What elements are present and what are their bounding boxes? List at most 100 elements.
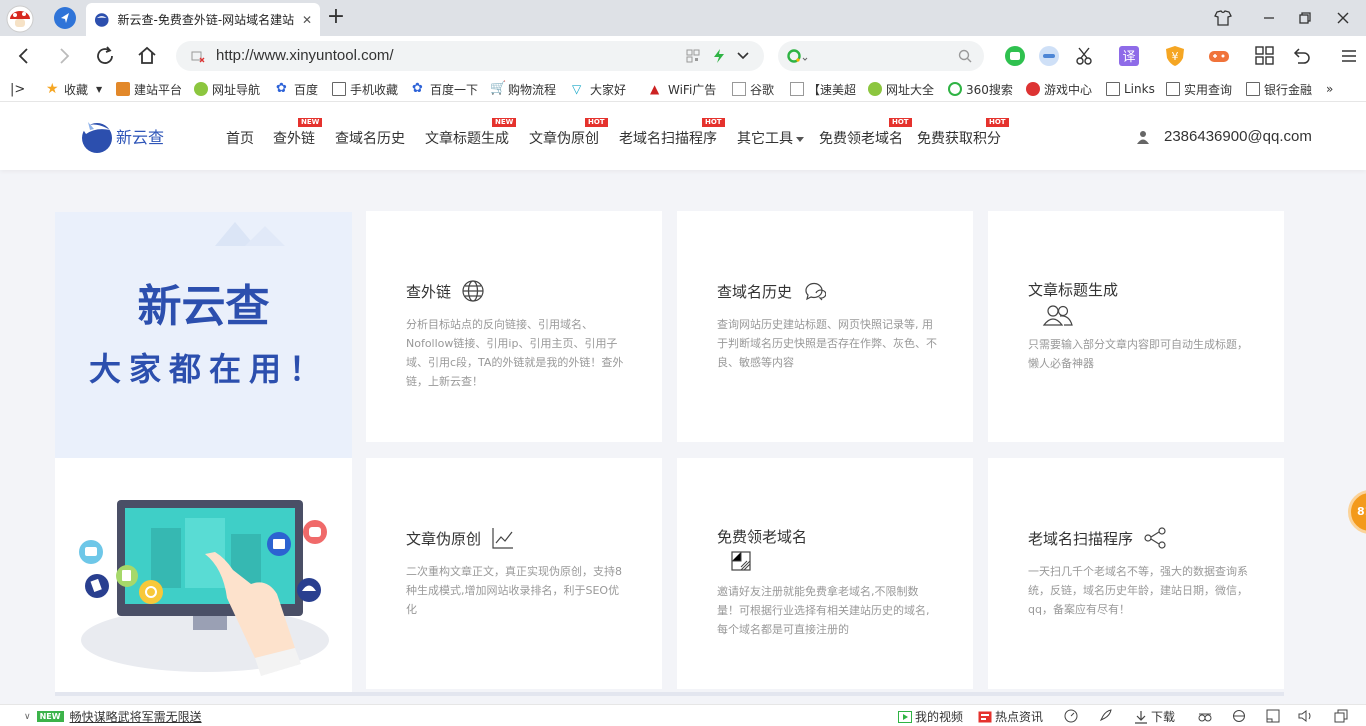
bookmark-item[interactable]: ✿ 百度一下 <box>412 80 478 98</box>
wechat-icon[interactable] <box>1004 45 1026 67</box>
bookmark-item[interactable]: ★ 收藏 ▼ <box>46 80 102 98</box>
bookmark-item[interactable]: ✿ 百度 <box>276 80 318 98</box>
card-domain-scanner[interactable]: 老域名扫描程序 一天扫几千个老域名不等，强大的数据查询系统，反链，域名历史年龄，… <box>988 458 1284 689</box>
nav-title-generator[interactable]: 文章标题生成 <box>425 128 509 148</box>
sidebar-toggle-icon[interactable]: |> <box>10 80 25 98</box>
search-engine-icon[interactable] <box>786 48 810 64</box>
scissors-icon[interactable] <box>1074 45 1096 67</box>
bookmark-item[interactable]: 手机收藏 <box>332 80 398 98</box>
close-window-icon[interactable] <box>1332 8 1354 28</box>
lightning-icon[interactable] <box>712 48 726 64</box>
apps-grid-icon[interactable] <box>1254 45 1276 67</box>
bookmark-item[interactable]: Links <box>1106 80 1155 98</box>
bookmark-item[interactable]: 🛒 购物流程 <box>490 80 560 98</box>
yen-shield-icon[interactable]: ¥ <box>1164 45 1186 67</box>
card-backlinks[interactable]: 查外链 分析目标站点的反向链接、引用域名、Nofollow链接、引用ip、引用主… <box>366 211 662 442</box>
bookmark-item[interactable]: 谷歌 <box>732 80 774 98</box>
content-bottom-border <box>55 692 1284 696</box>
bookmark-item[interactable]: 【速美超 <box>790 80 856 98</box>
minus-circle-icon[interactable] <box>1038 45 1060 67</box>
browser-logo-icon[interactable] <box>6 5 34 33</box>
monitor-illustration-icon <box>79 500 329 676</box>
rocket-icon[interactable] <box>1098 709 1112 723</box>
bookmark-item[interactable]: ▲ WiFi广告 <box>650 80 718 98</box>
bookmark-item[interactable]: ▽ 大家好 <box>572 80 634 98</box>
bookmark-item[interactable]: 网址大全 <box>868 80 934 98</box>
user-account[interactable]: 2386436900@qq.com <box>1136 128 1312 145</box>
bookmark-icon <box>1026 82 1040 96</box>
floating-ball[interactable]: 81 <box>1348 490 1366 534</box>
bookmark-item[interactable]: 360搜索 <box>948 80 1013 98</box>
more-bookmarks-icon[interactable]: » <box>1326 80 1333 98</box>
back-icon[interactable] <box>12 44 36 68</box>
nav-domain-history[interactable]: 查域名历史 <box>335 128 405 148</box>
qr-code-icon[interactable] <box>686 49 700 63</box>
nav-free-points[interactable]: 免费获取积分 <box>917 128 1001 148</box>
nav-rewriter[interactable]: 文章伪原创 <box>529 128 599 148</box>
nav-other-tools[interactable]: 其它工具 <box>737 128 804 148</box>
card-rewriter[interactable]: 文章伪原创 二次重构文章正文，真正实现伪原创，支持8种生成模式,增加网站收录排名… <box>366 458 662 689</box>
send-arrow-icon[interactable] <box>53 6 77 30</box>
skin-icon[interactable] <box>1212 8 1234 28</box>
tab-close-icon[interactable]: ✕ <box>302 13 312 27</box>
forward-icon[interactable] <box>52 44 76 68</box>
minimize-icon[interactable] <box>1258 8 1280 28</box>
download-button[interactable]: 下载 <box>1134 708 1175 725</box>
tab-title: 新云查-免费查外链-网站域名建站 <box>117 13 295 27</box>
folder-icon <box>332 82 346 96</box>
folder-icon <box>1106 82 1120 96</box>
restore-panel-icon[interactable] <box>1334 709 1348 723</box>
search-input[interactable] <box>778 41 984 71</box>
card-domain-history[interactable]: 查域名历史 查询网站历史建站标题、网页快照记录等, 用于判断域名历史快照是否存在… <box>677 211 973 442</box>
home-icon[interactable] <box>135 44 159 68</box>
nav-home[interactable]: 首页 <box>226 128 254 148</box>
site-logo[interactable]: 新云查 <box>80 118 164 154</box>
glasses-icon[interactable] <box>1198 709 1212 723</box>
chevron-down-icon <box>796 136 804 142</box>
url-text[interactable]: http://www.xinyuntool.com/ <box>216 47 394 64</box>
volume-icon[interactable] <box>1298 709 1314 723</box>
chat-icon <box>805 282 827 301</box>
menu-icon[interactable] <box>1338 45 1360 67</box>
baidu-icon: ✿ <box>276 81 287 96</box>
news-ticker[interactable]: ∨ NEW 畅快谋略武将军需无限送 <box>24 708 202 725</box>
bookmark-item[interactable]: 游戏中心 <box>1026 80 1092 98</box>
bookmark-item[interactable]: 网址导航 <box>194 80 260 98</box>
gamepad-icon[interactable] <box>1208 45 1230 67</box>
bookmark-icon <box>868 82 882 96</box>
translate-icon[interactable]: 译 <box>1118 45 1140 67</box>
undo-icon[interactable] <box>1290 45 1312 67</box>
window-icon[interactable] <box>1266 709 1280 723</box>
nav-backlinks[interactable]: 查外链 <box>273 128 315 148</box>
nav-free-domains[interactable]: 免费领老域名 <box>819 128 903 148</box>
bookmark-item[interactable]: 建站平台 <box>116 80 182 98</box>
star-icon: ★ <box>46 81 59 97</box>
nav-domain-scanner[interactable]: 老域名扫描程序 <box>619 128 717 148</box>
new-tab-icon[interactable]: + <box>324 6 348 30</box>
card-title: 免费领老域名 <box>717 528 808 546</box>
bookmark-item[interactable]: 实用查询 <box>1166 80 1232 98</box>
bookmark-icon <box>194 82 208 96</box>
chevron-down-icon[interactable] <box>736 50 750 62</box>
card-description: 查询网站历史建站标题、网页快照记录等, 用于判断域名历史快照是否存在作弊、灰色、… <box>717 318 937 369</box>
ie-icon[interactable] <box>1232 709 1246 723</box>
browser-tab-bar: 新云查-免费查外链-网站域名建站 ✕ + <box>0 0 1366 36</box>
new-badge: NEW <box>298 118 323 127</box>
svg-text:¥: ¥ <box>1172 50 1179 63</box>
hot-news-button[interactable]: 热点资讯 <box>978 708 1043 725</box>
tab-active[interactable]: 新云查-免费查外链-网站域名建站 ✕ <box>86 3 320 36</box>
card-description: 邀请好友注册就能免费拿老域名,不限制数量！可根据行业选择有相关建站历史的域名,每… <box>717 585 930 636</box>
reload-icon[interactable] <box>93 44 117 68</box>
download-icon <box>1135 710 1147 724</box>
address-bar[interactable]: http://www.xinyuntool.com/ <box>176 41 764 71</box>
card-title-generator[interactable]: 文章标题生成 只需要输入部分文章内容即可自动生成标题，懒人必备神器 <box>988 211 1284 442</box>
logo-mark-icon <box>82 122 112 153</box>
bookmarks-bar: |> ★ 收藏 ▼ 建站平台 网址导航 ✿ 百度 手机收藏 ✿ 百度一下 🛒 购物流程 ▽… <box>0 76 1366 102</box>
insecure-icon[interactable] <box>190 49 206 63</box>
search-icon[interactable] <box>958 49 972 63</box>
speed-icon[interactable] <box>1064 709 1078 723</box>
bookmark-item[interactable]: 银行金融 <box>1246 80 1312 98</box>
my-video-button[interactable]: 我的视频 <box>898 708 963 725</box>
card-free-domains[interactable]: 免费领老域名 邀请好友注册就能免费拿老域名,不限制数量！可根据行业选择有相关建站… <box>677 458 973 689</box>
restore-icon[interactable] <box>1294 8 1316 28</box>
